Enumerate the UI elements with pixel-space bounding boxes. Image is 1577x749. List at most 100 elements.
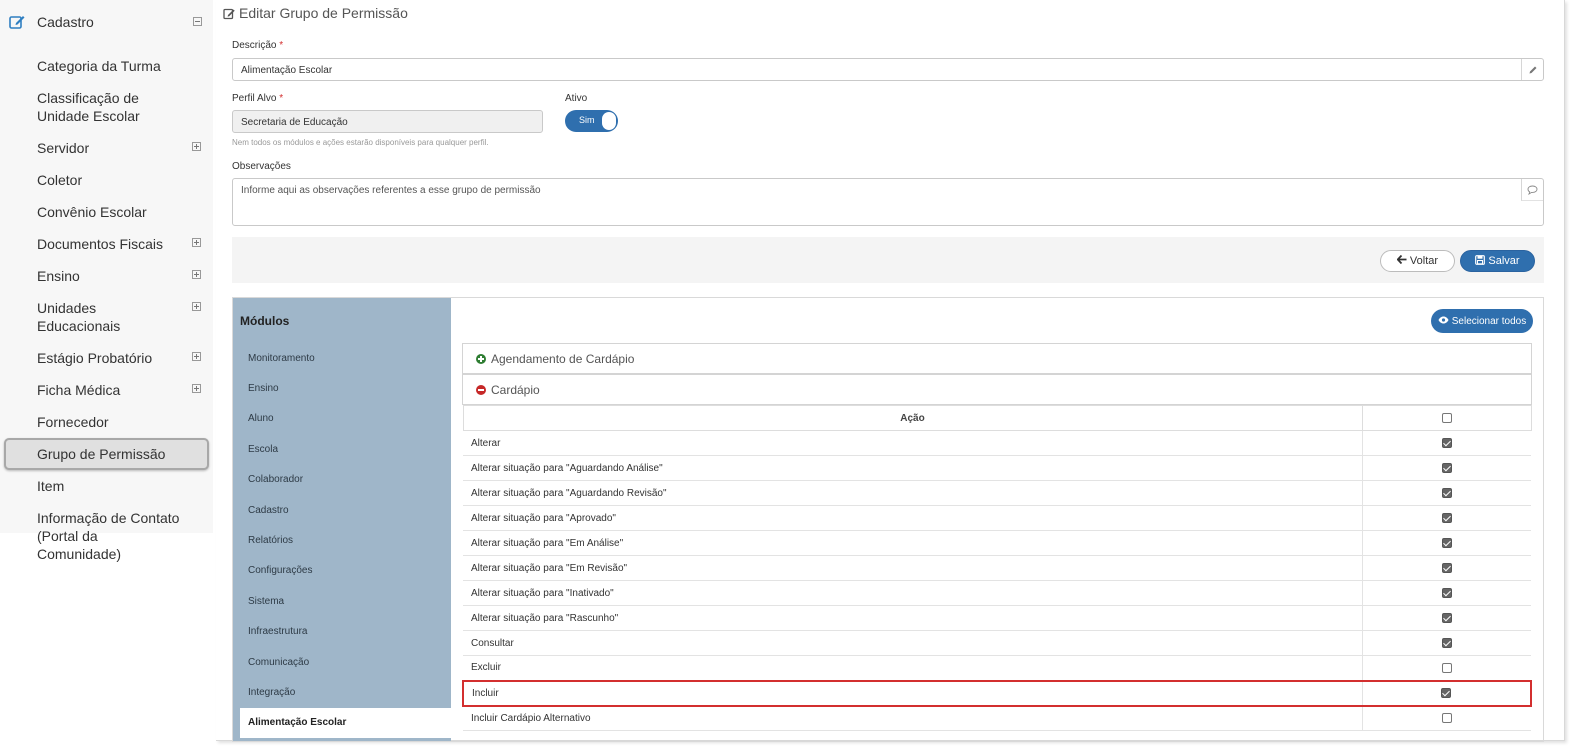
module-item-ensino[interactable]: Ensino	[233, 373, 451, 403]
sidebar-item-label: Classificação de Unidade Escolar	[37, 90, 140, 124]
nav-list: Categoria da Turma Classificação de Unida…	[0, 50, 213, 570]
salvar-button[interactable]: Salvar	[1460, 250, 1535, 272]
group-cardapio[interactable]: Cardápio	[462, 374, 1532, 405]
sidebar-item-label: Ensino	[37, 268, 80, 284]
action-checkbox[interactable]	[1441, 512, 1452, 523]
action-checkbox-cell	[1361, 705, 1531, 731]
action-label: Consultar	[463, 630, 1362, 656]
group-agendamento-cardapio[interactable]: Agendamento de Cardápio	[462, 343, 1532, 374]
action-label: Incluir Cardápio Alternativo	[463, 705, 1362, 731]
column-header-acao: Ação	[462, 405, 1363, 431]
module-item-sistema[interactable]: Sistema	[233, 586, 451, 616]
sidebar-item-categoria-da-turma[interactable]: Categoria da Turma	[0, 50, 213, 82]
action-checkbox-cell	[1361, 605, 1531, 631]
sidebar-item-estagio-probatorio[interactable]: Estágio Probatório	[0, 342, 213, 374]
table-row: Alterar situação para "Inativado"	[463, 580, 1531, 606]
perfil-alvo-field[interactable]: Secretaria de Educação	[232, 110, 543, 133]
sidebar-item-grupo-de-permissao[interactable]: Grupo de Permissão	[0, 438, 213, 470]
module-item-comunicacao[interactable]: Comunicação	[233, 647, 451, 677]
action-checkbox[interactable]	[1441, 687, 1452, 698]
salvar-label: Salvar	[1488, 255, 1520, 267]
sidebar-item-unidades-educacionais[interactable]: Unidades Educacionais	[0, 292, 213, 342]
module-item-infraestrutura[interactable]: Infraestrutura	[233, 617, 451, 647]
ativo-label: Ativo	[565, 93, 588, 104]
collapse-icon[interactable]	[193, 17, 202, 26]
action-checkbox-cell	[1361, 530, 1531, 556]
sidebar-item-informacao-de-contato-portal-da-comunidade[interactable]: Informação de Contato (Portal da Comunid…	[0, 502, 213, 570]
sidebar-item-ensino[interactable]: Ensino	[0, 260, 213, 292]
comment-icon	[1521, 179, 1543, 201]
table-row: Alterar	[463, 430, 1531, 456]
action-checkbox-cell	[1361, 655, 1531, 681]
voltar-button[interactable]: Voltar	[1380, 250, 1455, 272]
expand-icon[interactable]	[192, 270, 201, 279]
module-item-alimentacao-escolar[interactable]: Alimentação Escolar	[240, 707, 451, 739]
perfil-value: Secretaria de Educação	[241, 117, 348, 128]
sidebar-item-label: Documentos Fiscais	[37, 236, 164, 252]
module-item-colaborador[interactable]: Colaborador	[233, 465, 451, 495]
action-checkbox-cell	[1361, 580, 1531, 606]
sidebar-item-servidor[interactable]: Servidor	[0, 132, 213, 164]
sidebar-item-ficha-medica[interactable]: Ficha Médica	[0, 374, 213, 406]
table-row: Alterar situação para "Rascunho"	[463, 605, 1531, 631]
action-checkbox[interactable]	[1441, 713, 1452, 724]
eye-icon	[1438, 316, 1449, 327]
table-row: Excluir	[463, 655, 1531, 681]
sidebar-item-label: Grupo de Permissão	[37, 446, 166, 462]
module-item-relatorios[interactable]: Relatórios	[233, 525, 451, 555]
action-checkbox[interactable]	[1441, 612, 1452, 623]
module-item-cadastro[interactable]: Cadastro	[233, 495, 451, 525]
sidebar-item-fornecedor[interactable]: Fornecedor	[0, 406, 213, 438]
sidebar-item-classificacao-de-unidade-escolar[interactable]: Classificação de Unidade Escolar	[0, 82, 213, 132]
sidebar-item-coletor[interactable]: Coletor	[0, 164, 213, 196]
module-item-aluno[interactable]: Aluno	[233, 404, 451, 434]
action-checkbox[interactable]	[1441, 462, 1452, 473]
action-checkbox[interactable]	[1441, 562, 1452, 573]
perfil-label-text: Perfil Alvo	[232, 93, 277, 104]
sidebar-item-convenio-escolar[interactable]: Convênio Escolar	[0, 196, 213, 228]
expand-icon[interactable]	[192, 238, 201, 247]
select-all-label: Selecionar todos	[1451, 315, 1527, 327]
pencil-icon	[1521, 59, 1543, 80]
sidebar-item-documentos-fiscais[interactable]: Documentos Fiscais	[0, 228, 213, 260]
action-checkbox[interactable]	[1441, 637, 1452, 648]
sidebar-item-label: Categoria da Turma	[37, 58, 161, 74]
action-label: Alterar situação para "Em Revisão"	[463, 555, 1362, 581]
table-row: Incluir Cardápio Alternativo	[463, 705, 1531, 731]
action-label: Excluir	[463, 655, 1362, 681]
select-all-button[interactable]: Selecionar todos	[1431, 309, 1533, 333]
expand-icon[interactable]	[192, 384, 201, 393]
actions-table: Ação Alterar Alterar situação para "Aguar…	[462, 405, 1532, 731]
action-checkbox-cell	[1361, 505, 1531, 531]
module-item-monitoramento[interactable]: Monitoramento	[233, 343, 451, 373]
sidebar-item-label: Item	[37, 478, 65, 494]
nav-section-cadastro[interactable]: Cadastro	[0, 0, 213, 44]
descricao-value: Alimentação Escolar	[241, 65, 333, 76]
action-checkbox[interactable]	[1441, 537, 1452, 548]
action-checkbox[interactable]	[1441, 487, 1452, 498]
action-checkbox[interactable]	[1441, 662, 1452, 673]
ativo-toggle[interactable]: Sim	[565, 110, 618, 132]
expand-icon[interactable]	[192, 302, 201, 311]
descricao-label: Descrição *	[232, 40, 283, 51]
action-label: Alterar situação para "Aguardando Revisã…	[463, 480, 1362, 506]
expand-icon[interactable]	[192, 142, 201, 151]
sidebar-item-label: Coletor	[37, 172, 83, 188]
module-item-integracao[interactable]: Integração	[233, 677, 451, 707]
expand-icon[interactable]	[192, 352, 201, 361]
select-all-checkbox-cell	[1361, 405, 1532, 431]
action-checkbox[interactable]	[1441, 587, 1452, 598]
select-all-checkbox[interactable]	[1441, 412, 1452, 423]
permissions-panel: Módulos Monitoramento Ensino Aluno Escola Co…	[232, 297, 1544, 742]
descricao-input[interactable]: Alimentação Escolar	[232, 58, 1544, 81]
module-item-configuracoes[interactable]: Configurações	[233, 556, 451, 586]
observacoes-textarea[interactable]: Informe aqui as observações referentes a…	[232, 178, 1544, 226]
module-item-escola[interactable]: Escola	[233, 434, 451, 464]
group-label: Agendamento de Cardápio	[491, 351, 635, 366]
action-checkbox[interactable]	[1441, 437, 1452, 448]
perfil-label: Perfil Alvo *	[232, 93, 283, 104]
sidebar-item-item[interactable]: Item	[0, 470, 213, 502]
action-checkbox-cell	[1361, 455, 1531, 481]
action-checkbox-cell	[1361, 480, 1531, 506]
left-nav: Cadastro Categoria da Turma Classificação…	[0, 0, 213, 562]
